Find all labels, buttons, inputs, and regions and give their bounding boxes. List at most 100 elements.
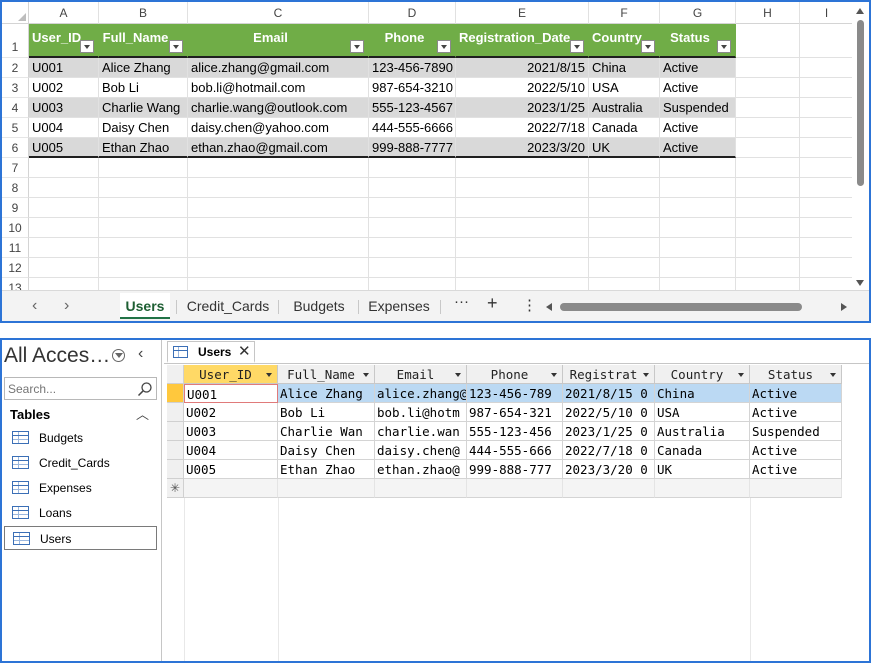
row-header-2[interactable]: 2 xyxy=(2,58,29,78)
column-header-country[interactable]: Country xyxy=(655,365,750,384)
table-cell[interactable]: China xyxy=(655,384,750,403)
cell[interactable] xyxy=(369,158,456,178)
table-cell[interactable]: 2022/5/10 0 xyxy=(563,403,655,422)
new-record-icon[interactable]: ✳ xyxy=(167,479,184,498)
table-cell[interactable]: U003 xyxy=(29,98,99,118)
sort-dropdown-icon[interactable] xyxy=(363,373,369,377)
cell[interactable] xyxy=(589,278,660,290)
cell[interactable] xyxy=(736,178,800,198)
table-cell[interactable]: Suspended xyxy=(660,98,736,118)
filter-dropdown-icon[interactable] xyxy=(641,40,655,53)
table-cell[interactable]: Active xyxy=(750,384,842,403)
nav-table-budgets[interactable]: Budgets xyxy=(4,426,157,450)
row-header-4[interactable]: 4 xyxy=(2,98,29,118)
table-cell[interactable]: Canada xyxy=(589,118,660,138)
table-cell[interactable]: 2021/8/15 0 xyxy=(563,384,655,403)
table-cell[interactable]: 555-123-4567 xyxy=(369,98,456,118)
new-record-cell[interactable] xyxy=(467,479,563,498)
cell[interactable] xyxy=(456,278,589,290)
cell[interactable] xyxy=(188,278,369,290)
scroll-left-icon[interactable] xyxy=(546,303,552,311)
column-header-f[interactable]: F xyxy=(589,2,660,24)
cell[interactable] xyxy=(736,98,800,118)
sheet-tab-credit-cards[interactable]: Credit_Cards xyxy=(182,293,274,319)
column-header-c[interactable]: C xyxy=(188,2,369,24)
cell[interactable] xyxy=(736,198,800,218)
table-cell[interactable]: USA xyxy=(589,78,660,98)
table-cell[interactable]: Bob Li xyxy=(99,78,188,98)
tables-section-header[interactable]: Tables xyxy=(10,407,50,422)
cell[interactable] xyxy=(188,218,369,238)
cell[interactable] xyxy=(369,218,456,238)
cell[interactable] xyxy=(369,198,456,218)
datasheet-corner[interactable] xyxy=(167,365,184,384)
table-cell[interactable]: USA xyxy=(655,403,750,422)
table-cell[interactable]: 444-555-6666 xyxy=(369,118,456,138)
sort-dropdown-icon[interactable] xyxy=(455,373,461,377)
cell[interactable] xyxy=(660,278,736,290)
vertical-scrollbar[interactable] xyxy=(852,2,869,290)
table-cell[interactable]: 555-123-456 xyxy=(467,422,563,441)
table-cell[interactable]: alice.zhang@gmail.com xyxy=(188,58,369,78)
table-cell[interactable]: U003 xyxy=(184,422,278,441)
cell[interactable] xyxy=(99,258,188,278)
table-cell[interactable]: UK xyxy=(589,138,660,158)
cell[interactable] xyxy=(736,158,800,178)
table-cell[interactable]: U004 xyxy=(29,118,99,138)
table-cell[interactable]: daisy.chen@ xyxy=(375,441,467,460)
sort-dropdown-icon[interactable] xyxy=(551,373,557,377)
table-cell[interactable]: Ethan Zhao xyxy=(99,138,188,158)
cell[interactable] xyxy=(29,278,99,290)
cell[interactable] xyxy=(800,178,854,198)
cell[interactable] xyxy=(736,118,800,138)
sort-dropdown-icon[interactable] xyxy=(643,373,649,377)
cell[interactable] xyxy=(736,24,800,58)
cell[interactable] xyxy=(589,198,660,218)
horizontal-scrollbar[interactable] xyxy=(550,303,843,311)
cell[interactable] xyxy=(660,218,736,238)
cell[interactable] xyxy=(589,238,660,258)
cell[interactable] xyxy=(736,258,800,278)
table-cell[interactable]: Active xyxy=(660,78,736,98)
record-selector[interactable] xyxy=(167,384,184,403)
cell[interactable] xyxy=(800,258,854,278)
spreadsheet-grid[interactable]: ABCDEFGHI 12345678910111213 User_IDFull_… xyxy=(2,2,854,290)
table-cell[interactable]: U005 xyxy=(184,460,278,479)
cell[interactable] xyxy=(800,158,854,178)
cell[interactable] xyxy=(369,178,456,198)
table-cell[interactable]: U005 xyxy=(29,138,99,158)
filter-dropdown-icon[interactable] xyxy=(169,40,183,53)
table-cell[interactable]: 2023/1/25 0 xyxy=(563,422,655,441)
sheet-tab-expenses[interactable]: Expenses xyxy=(364,293,434,319)
column-header-a[interactable]: A xyxy=(29,2,99,24)
close-icon[interactable]: ✕ xyxy=(238,342,251,360)
sheet-tab-budgets[interactable]: Budgets xyxy=(284,293,354,319)
filter-dropdown-icon[interactable] xyxy=(350,40,364,53)
new-record-cell[interactable] xyxy=(655,479,750,498)
cell[interactable] xyxy=(369,258,456,278)
table-cell[interactable]: Alice Zhang xyxy=(99,58,188,78)
cell[interactable] xyxy=(800,58,854,78)
table-cell[interactable]: China xyxy=(589,58,660,78)
cell[interactable] xyxy=(800,198,854,218)
table-cell[interactable]: bob.li@hotm xyxy=(375,403,467,422)
filter-dropdown-icon[interactable] xyxy=(437,40,451,53)
cell[interactable] xyxy=(736,78,800,98)
row-header-11[interactable]: 11 xyxy=(2,238,29,258)
cell[interactable] xyxy=(589,218,660,238)
row-header-6[interactable]: 6 xyxy=(2,138,29,158)
table-cell[interactable]: 987-654-3210 xyxy=(369,78,456,98)
cell[interactable] xyxy=(800,118,854,138)
row-header-7[interactable]: 7 xyxy=(2,158,29,178)
sheet-tab-users[interactable]: Users xyxy=(120,293,170,319)
table-cell[interactable]: Suspended xyxy=(750,422,842,441)
cell[interactable] xyxy=(29,198,99,218)
table-cell[interactable]: 2023/1/25 xyxy=(456,98,589,118)
cell[interactable] xyxy=(29,218,99,238)
cell[interactable] xyxy=(660,258,736,278)
row-header-8[interactable]: 8 xyxy=(2,178,29,198)
cell[interactable] xyxy=(188,238,369,258)
next-sheet-icon[interactable]: › xyxy=(64,297,69,315)
table-cell[interactable]: Active xyxy=(750,441,842,460)
more-sheets-icon[interactable]: ··· xyxy=(454,293,469,310)
